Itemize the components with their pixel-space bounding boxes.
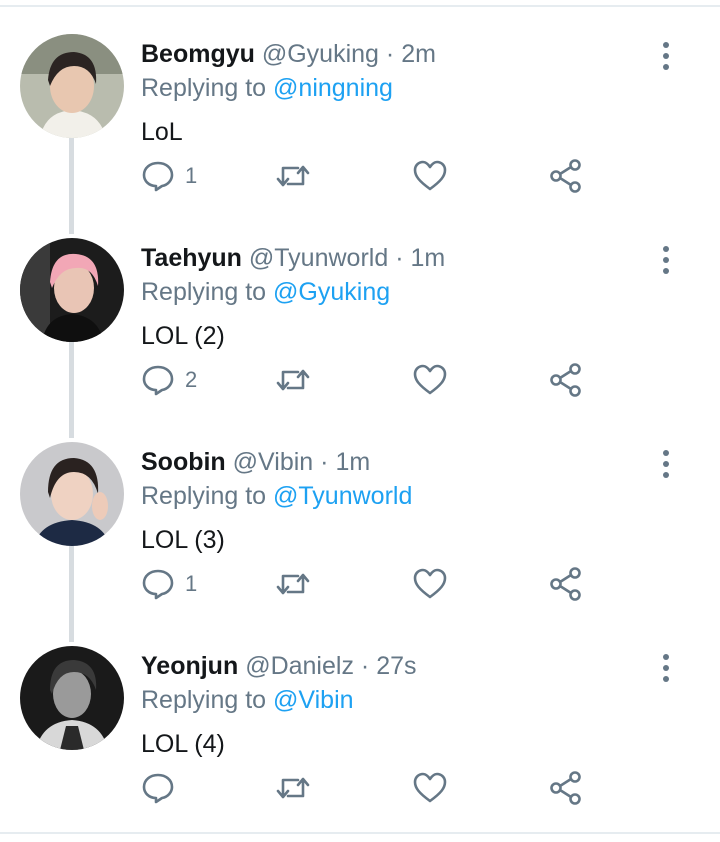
replying-to-label: Replying to xyxy=(141,278,267,306)
replying-to-mention[interactable]: @Tyunworld xyxy=(273,482,412,510)
speech-bubble-icon xyxy=(142,161,174,192)
speech-bubble-icon xyxy=(142,569,174,600)
timestamp[interactable]: 1m xyxy=(410,244,445,272)
tweet-header: Soobin @Vibin · 1m xyxy=(141,446,370,478)
like-button[interactable] xyxy=(412,156,448,196)
timestamp[interactable]: 1m xyxy=(335,448,370,476)
replying-to-line: Replying to @Tyunworld xyxy=(141,480,412,512)
more-options-button[interactable] xyxy=(656,40,676,72)
display-name[interactable]: Beomgyu xyxy=(141,40,255,68)
heart-icon xyxy=(413,772,447,803)
tweet-header: Taehyun @Tyunworld · 1m xyxy=(141,242,445,274)
vertical-dots-icon xyxy=(663,654,669,660)
reply-count: 2 xyxy=(185,367,198,392)
bottom-divider xyxy=(0,832,720,834)
retweet-arrows-icon xyxy=(276,369,310,391)
display-name[interactable]: Taehyun xyxy=(141,244,242,272)
replying-to-line: Replying to @Gyuking xyxy=(141,276,390,308)
avatar[interactable] xyxy=(20,238,124,342)
share-button[interactable] xyxy=(548,156,584,196)
reply-tweet[interactable]: Soobin @Vibin · 1m Replying to @Tyunworl… xyxy=(0,414,720,618)
avatar[interactable] xyxy=(20,34,124,138)
replying-to-label: Replying to xyxy=(141,74,267,102)
timestamp[interactable]: 2m xyxy=(401,40,436,68)
tweet-actions: 1 xyxy=(0,156,720,196)
share-button[interactable] xyxy=(548,360,584,400)
share-nodes-icon xyxy=(550,567,581,601)
tweet-actions xyxy=(0,768,720,808)
like-button[interactable] xyxy=(412,564,448,604)
vertical-dots-icon xyxy=(663,450,669,456)
tweet-header: Yeonjun @Danielz · 27s xyxy=(141,650,417,682)
separator-dot: · xyxy=(385,40,395,68)
reply-tweet[interactable]: Yeonjun @Danielz · 27s Replying to @Vibi… xyxy=(0,618,720,822)
retweet-button[interactable] xyxy=(274,768,312,808)
retweet-arrows-icon xyxy=(276,777,310,799)
vertical-dots-icon xyxy=(663,42,669,48)
vertical-dots-icon xyxy=(663,246,669,252)
share-button[interactable] xyxy=(548,564,584,604)
heart-icon xyxy=(413,568,447,599)
tweet-text: LoL xyxy=(141,118,183,146)
reply-tweet[interactable]: Beomgyu @Gyuking · 2m Replying to @ningn… xyxy=(0,6,720,210)
reply-button[interactable]: 1 xyxy=(141,156,197,196)
user-handle[interactable]: @Tyunworld xyxy=(249,244,388,272)
retweet-button[interactable] xyxy=(274,360,312,400)
share-nodes-icon xyxy=(550,771,581,805)
retweet-button[interactable] xyxy=(274,564,312,604)
display-name[interactable]: Yeonjun xyxy=(141,652,238,680)
separator-dot: · xyxy=(360,652,370,680)
avatar[interactable] xyxy=(20,646,124,750)
more-options-button[interactable] xyxy=(656,244,676,276)
tweet-text: LOL (2) xyxy=(141,322,225,350)
replying-to-line: Replying to @Vibin xyxy=(141,684,354,716)
replying-to-label: Replying to xyxy=(141,482,267,510)
reply-tweet[interactable]: Taehyun @Tyunworld · 1m Replying to @Gyu… xyxy=(0,210,720,414)
like-button[interactable] xyxy=(412,768,448,808)
user-handle[interactable]: @Vibin xyxy=(233,448,314,476)
share-button[interactable] xyxy=(548,768,584,808)
replying-to-mention[interactable]: @Gyuking xyxy=(273,278,390,306)
tweet-header: Beomgyu @Gyuking · 2m xyxy=(141,38,436,70)
speech-bubble-icon xyxy=(142,365,174,396)
retweet-arrows-icon xyxy=(276,165,310,187)
user-handle[interactable]: @Danielz xyxy=(245,652,354,680)
replying-to-mention[interactable]: @ningning xyxy=(273,74,393,102)
reply-count: 1 xyxy=(185,571,198,596)
user-handle[interactable]: @Gyuking xyxy=(262,40,379,68)
heart-icon xyxy=(413,160,447,191)
retweet-button[interactable] xyxy=(274,156,312,196)
replying-to-line: Replying to @ningning xyxy=(141,72,393,104)
reply-count: 1 xyxy=(185,163,198,188)
more-options-button[interactable] xyxy=(656,448,676,480)
tweet-actions: 1 xyxy=(0,564,720,604)
tweet-text: LOL (3) xyxy=(141,526,225,554)
replying-to-label: Replying to xyxy=(141,686,267,714)
like-button[interactable] xyxy=(412,360,448,400)
more-options-button[interactable] xyxy=(656,652,676,684)
separator-dot: · xyxy=(320,448,329,476)
share-nodes-icon xyxy=(550,159,581,193)
separator-dot: · xyxy=(395,244,404,272)
retweet-arrows-icon xyxy=(276,573,310,595)
display-name[interactable]: Soobin xyxy=(141,448,226,476)
tweet-actions: 2 xyxy=(0,360,720,400)
timestamp[interactable]: 27s xyxy=(376,652,416,680)
reply-button[interactable]: 2 xyxy=(141,360,197,400)
tweet-text: LOL (4) xyxy=(141,730,225,758)
speech-bubble-icon xyxy=(142,773,174,804)
replying-to-mention[interactable]: @Vibin xyxy=(273,686,354,714)
avatar[interactable] xyxy=(20,442,124,546)
reply-button[interactable] xyxy=(141,768,185,808)
heart-icon xyxy=(413,364,447,395)
reply-button[interactable]: 1 xyxy=(141,564,197,604)
share-nodes-icon xyxy=(550,363,581,397)
